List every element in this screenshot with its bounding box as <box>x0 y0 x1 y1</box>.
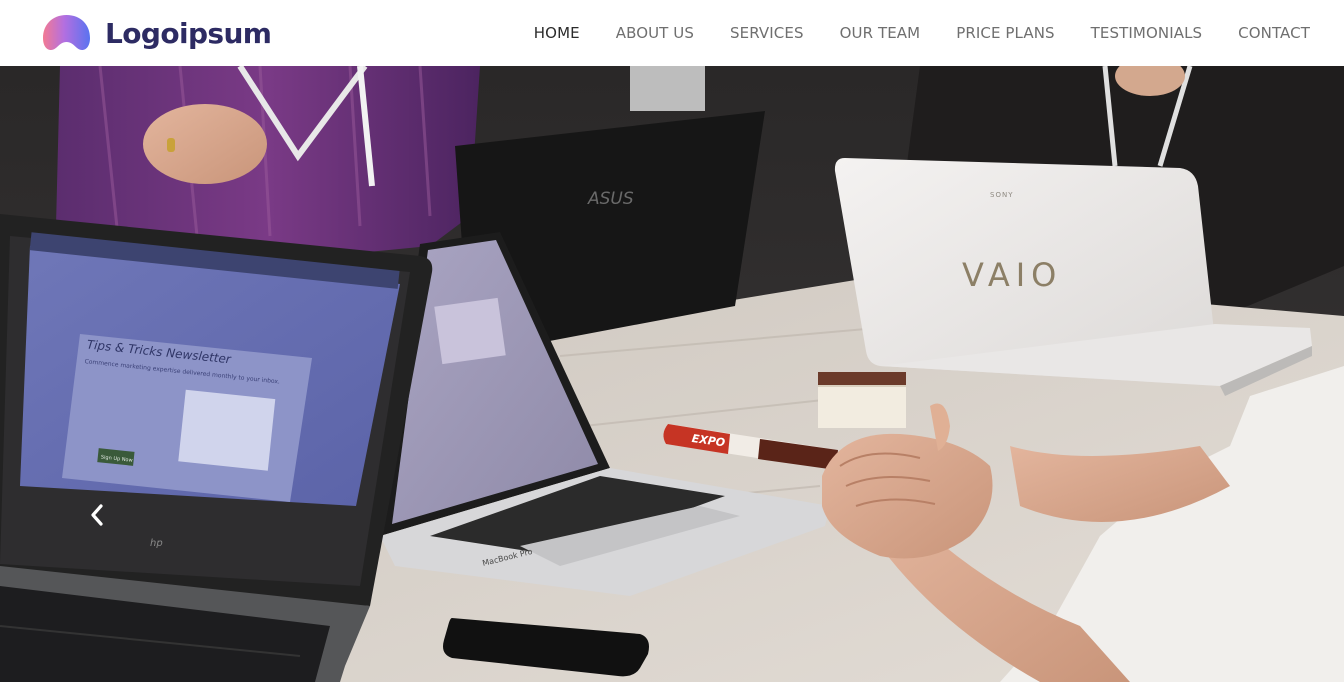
carousel-prev-button[interactable] <box>82 498 112 532</box>
nav-item-home[interactable]: HOME <box>534 24 580 42</box>
asus-logo-text: ASUS <box>587 189 634 209</box>
nav-item-services[interactable]: SERVICES <box>730 24 804 42</box>
nav-item-price-plans[interactable]: PRICE PLANS <box>956 24 1054 42</box>
nav-item-our-team[interactable]: OUR TEAM <box>840 24 921 42</box>
navbar: Logoipsum HOME ABOUT US SERVICES OUR TEA… <box>0 0 1344 66</box>
hero-carousel: ASUS SONY VAIO EXPO MacBook Pro Tips & T… <box>0 66 1344 682</box>
brand-logo[interactable]: Logoipsum <box>42 13 272 53</box>
brand-name: Logoipsum <box>105 16 272 50</box>
hero-photo: ASUS SONY VAIO EXPO MacBook Pro Tips & T… <box>0 66 1344 682</box>
nav-item-testimonials[interactable]: TESTIMONIALS <box>1091 24 1202 42</box>
hp-logo-text: hp <box>150 538 163 549</box>
sony-logo-text: SONY <box>990 191 1013 199</box>
nav-item-about-us[interactable]: ABOUT US <box>616 24 694 42</box>
chevron-left-icon <box>91 504 103 526</box>
vaio-logo-text: VAIO <box>962 256 1062 294</box>
logo-mark-icon <box>43 15 90 50</box>
main-nav: HOME ABOUT US SERVICES OUR TEAM PRICE PL… <box>498 0 1310 66</box>
nav-item-contact[interactable]: CONTACT <box>1238 24 1310 42</box>
